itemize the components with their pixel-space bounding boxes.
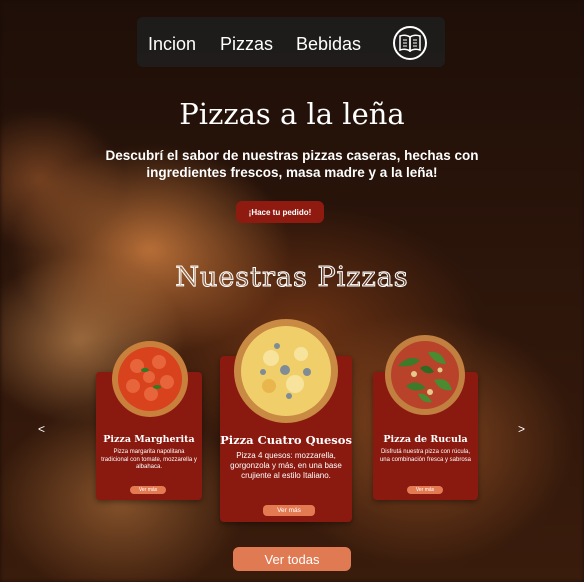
hero-subtitle: Descubrí el sabor de nuestras pizzas cas… bbox=[105, 148, 479, 180]
see-all-button[interactable]: Ver todas bbox=[233, 547, 351, 571]
carousel-prev-button[interactable]: < bbox=[38, 422, 45, 436]
see-more-button[interactable]: Ver más bbox=[130, 486, 166, 494]
card-title: Pizza de Rucula bbox=[383, 434, 468, 445]
nav-link-pizzas[interactable]: Pizzas bbox=[220, 34, 273, 55]
card-description: Pizza margarita napolitana tradicional c… bbox=[101, 449, 197, 470]
order-button[interactable]: ¡Hace tu pedido! bbox=[236, 201, 324, 223]
card-description: Pizza 4 quesos: mozzarella, gorgonzola y… bbox=[230, 451, 342, 480]
pizza-rucula-image bbox=[385, 335, 465, 415]
nav-link-bebidas[interactable]: Bebidas bbox=[296, 34, 361, 55]
nav-link-inicio[interactable]: Incion bbox=[148, 34, 196, 55]
carousel-next-button[interactable]: > bbox=[518, 422, 525, 436]
card-title: Pizza Margherita bbox=[103, 434, 195, 445]
hero-title: Pizzas a la leña bbox=[179, 97, 405, 131]
card-title: Pizza Cuatro Quesos bbox=[220, 433, 352, 447]
see-more-button[interactable]: Ver más bbox=[263, 505, 315, 516]
pizza-margherita-image bbox=[112, 341, 188, 417]
section-title: Nuestras Pizzas bbox=[175, 262, 409, 294]
card-description: Disfrutá nuestra pizza con rúcula, una c… bbox=[379, 449, 472, 463]
see-more-button[interactable]: Ver más bbox=[407, 486, 443, 494]
pizza-cuatro-quesos-image bbox=[234, 319, 338, 423]
book-menu-icon[interactable] bbox=[393, 26, 427, 60]
open-book-icon bbox=[399, 34, 421, 52]
